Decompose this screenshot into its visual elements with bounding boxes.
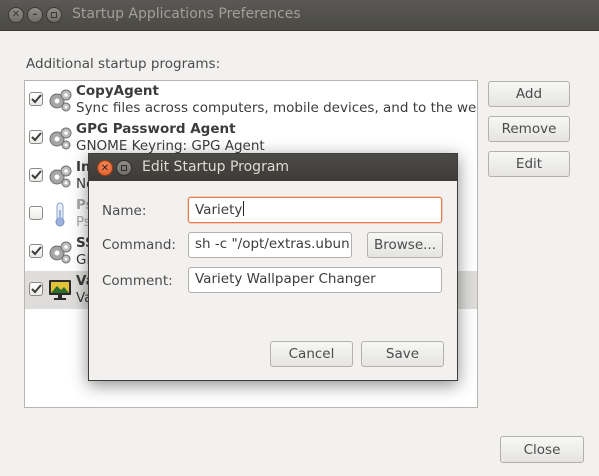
dialog-maximize-button[interactable]	[116, 160, 132, 176]
program-name: CopyAgent	[76, 83, 159, 99]
minimize-icon: –	[32, 9, 38, 20]
section-label: Additional startup programs:	[26, 56, 221, 72]
name-label: Name:	[102, 203, 147, 219]
gears-icon	[49, 127, 72, 150]
name-field[interactable]: Variety	[188, 197, 442, 223]
maximize-icon	[51, 12, 57, 18]
program-description: GNOME Keyring: GPG Agent	[76, 138, 265, 154]
close-icon: ✕	[100, 162, 110, 174]
window-maximize-button[interactable]	[46, 7, 62, 23]
close-button[interactable]: Close	[500, 436, 584, 463]
browse-button[interactable]: Browse...	[367, 232, 443, 258]
text-caret	[243, 201, 245, 216]
window-title: Startup Applications Preferences	[72, 6, 301, 22]
name-value: Variety	[195, 202, 243, 218]
save-button[interactable]: Save	[361, 341, 444, 367]
monitor-icon	[49, 280, 71, 300]
program-name: GPG Password Agent	[76, 121, 236, 137]
enabled-checkbox[interactable]	[29, 130, 43, 144]
gears-icon	[49, 241, 72, 264]
close-icon: ✕	[11, 9, 21, 20]
cancel-button[interactable]: Cancel	[270, 341, 353, 367]
command-label: Command:	[102, 237, 176, 253]
enabled-checkbox[interactable]	[29, 206, 43, 220]
command-field[interactable]: sh -c "/opt/extras.ubun	[188, 232, 352, 258]
list-item[interactable]: CopyAgent Sync files across computers, m…	[25, 81, 477, 119]
program-description: Sync files across computers, mobile devi…	[76, 100, 477, 116]
comment-value: Variety Wallpaper Changer	[195, 271, 376, 287]
dialog-close-button[interactable]: ✕	[97, 160, 113, 176]
command-value: sh -c "/opt/extras.ubun	[195, 236, 350, 252]
thermometer-icon	[55, 202, 65, 227]
remove-button[interactable]: Remove	[488, 116, 570, 142]
window-minimize-button[interactable]: –	[27, 7, 43, 23]
enabled-checkbox[interactable]	[29, 244, 43, 258]
edit-button[interactable]: Edit	[488, 151, 570, 177]
dialog-title: Edit Startup Program	[142, 159, 290, 175]
window-close-button[interactable]: ✕	[8, 7, 24, 23]
comment-field[interactable]: Variety Wallpaper Changer	[188, 267, 442, 293]
gears-icon	[49, 89, 72, 112]
dialog-titlebar: ✕ Edit Startup Program	[89, 154, 457, 181]
enabled-checkbox[interactable]	[29, 282, 43, 296]
window-titlebar: ✕ – Startup Applications Preferences	[0, 0, 599, 31]
enabled-checkbox[interactable]	[29, 168, 43, 182]
edit-startup-program-dialog: ✕ Edit Startup Program Name: Variety Com…	[88, 153, 458, 381]
add-button[interactable]: Add	[488, 81, 570, 107]
list-item[interactable]: GPG Password Agent GNOME Keyring: GPG Ag…	[25, 119, 477, 157]
gears-icon	[49, 165, 72, 188]
maximize-icon	[121, 165, 127, 171]
comment-label: Comment:	[102, 273, 173, 289]
enabled-checkbox[interactable]	[29, 92, 43, 106]
